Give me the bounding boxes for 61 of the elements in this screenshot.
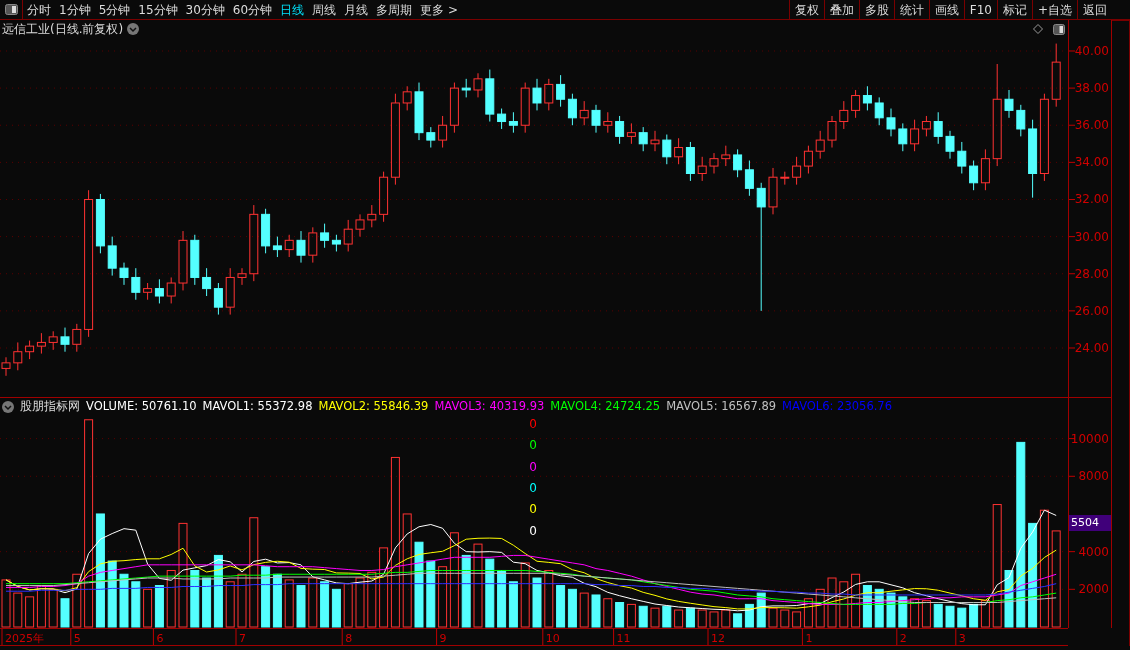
- toolbar-button[interactable]: F10: [963, 0, 997, 20]
- volume-tick-label: 2000: [1078, 582, 1109, 597]
- toolbar-button[interactable]: 返回: [1077, 0, 1112, 20]
- legend-value: MAVOL2: 55846.39: [318, 398, 429, 416]
- month-label: 1: [805, 632, 813, 645]
- legend-value: MAVOL5: 16567.89: [666, 398, 777, 416]
- price-tick-label: 26.00: [1074, 303, 1109, 318]
- indicator-name: 股朋指标网: [20, 398, 80, 416]
- volume-tick-label: 8000: [1078, 469, 1109, 484]
- stock-title: 远信工业(日线.前复权): [2, 21, 124, 38]
- price-tick-label: 38.00: [1074, 81, 1109, 96]
- month-label: 3: [958, 632, 966, 645]
- period-tab[interactable]: 5分钟: [94, 0, 135, 19]
- toolbar-button[interactable]: 多股: [858, 0, 894, 20]
- period-tab[interactable]: 月线: [340, 0, 373, 19]
- value-label: 0: [529, 480, 537, 495]
- legend-value: MAVOL1: 55372.98: [202, 398, 313, 416]
- price-tick-label: 36.00: [1074, 118, 1109, 133]
- value-label: 0: [529, 502, 537, 517]
- month-label: 8: [345, 632, 353, 645]
- price-tick-label: 30.00: [1074, 229, 1109, 244]
- legend-value: VOLUME: 50761.10: [86, 398, 197, 416]
- month-label: 6: [156, 632, 164, 645]
- price-tick-label: 24.00: [1074, 341, 1109, 355]
- price-tick-label: 28.00: [1074, 266, 1109, 281]
- toolbar-button[interactable]: 复权: [788, 0, 824, 20]
- month-label: 12: [711, 632, 725, 645]
- month-label: 7: [239, 632, 246, 645]
- value-label: 0: [529, 523, 537, 538]
- period-tab[interactable]: 30分钟: [181, 0, 229, 19]
- period-tab[interactable]: 更多 >: [416, 0, 462, 19]
- value-label: 0: [529, 438, 537, 453]
- legend-value: MAVOL3: 40319.93: [434, 398, 545, 416]
- volume-tick-label: 4000: [1078, 544, 1109, 559]
- month-label: 2025年: [5, 632, 44, 645]
- toolbar-button[interactable]: 画线: [928, 0, 964, 20]
- toolbar-button[interactable]: 统计: [893, 0, 929, 20]
- month-label: 11: [616, 632, 631, 645]
- month-label: 2: [899, 632, 907, 645]
- legend-value: MAVOL6: 23056.76: [782, 398, 892, 416]
- legend-value: MAVOL4: 24724.25: [550, 398, 661, 416]
- price-tick-label: 32.00: [1074, 192, 1109, 207]
- current-value-label: 5504: [1069, 515, 1111, 532]
- toolbar-button[interactable]: +自选: [1031, 0, 1077, 20]
- price-tick-label: 40.00: [1074, 44, 1109, 58]
- period-tab[interactable]: 分时: [23, 0, 55, 19]
- period-tab[interactable]: 多周期: [372, 0, 417, 19]
- period-tab[interactable]: 15分钟: [134, 0, 182, 19]
- period-tab[interactable]: 周线: [308, 0, 341, 19]
- month-label: 9: [439, 632, 447, 645]
- period-tab[interactable]: 日线: [276, 0, 309, 19]
- value-label: 0: [529, 417, 537, 431]
- price-tick-label: 34.00: [1074, 155, 1109, 170]
- period-tab[interactable]: 1分钟: [55, 0, 95, 19]
- period-tab[interactable]: 60分钟: [228, 0, 277, 19]
- toolbar-button[interactable]: 叠加: [823, 0, 859, 20]
- volume-tick-label: 10000: [1070, 431, 1109, 446]
- month-label: 10: [545, 632, 560, 645]
- month-label: 5: [73, 632, 81, 645]
- toolbar-button[interactable]: 标记: [996, 0, 1032, 20]
- value-label: 0: [529, 459, 537, 474]
